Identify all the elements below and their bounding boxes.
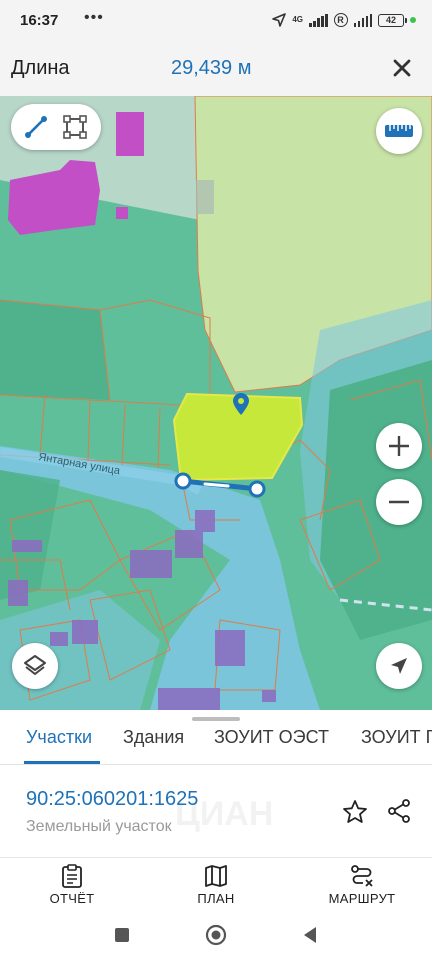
star-icon <box>343 800 367 823</box>
measure-mode-toggle[interactable] <box>11 104 101 150</box>
map-icon <box>205 865 227 887</box>
measure-label: Длина <box>11 57 70 79</box>
location-arrow-icon <box>272 13 287 27</box>
map-view[interactable]: Янтарная улица <box>0 96 432 710</box>
signal-icon-2 <box>353 13 372 27</box>
home-button[interactable] <box>203 922 229 948</box>
ruler-button[interactable] <box>376 108 422 154</box>
layer-tabs: Участки Здания ЗОУИТ ОЭСТ ЗОУИТ Г <box>0 710 432 764</box>
line-measure-icon[interactable] <box>23 114 49 140</box>
tab-zouit-g[interactable]: ЗОУИТ Г <box>361 727 432 748</box>
tab-buildings[interactable]: Здания <box>123 727 184 748</box>
navigation-arrow-icon <box>391 658 407 674</box>
charging-dot-icon <box>410 17 416 23</box>
close-button[interactable] <box>386 52 418 84</box>
plan-label: ПЛАН <box>197 891 235 906</box>
layers-button[interactable] <box>12 643 58 689</box>
recent-apps-button[interactable] <box>109 922 135 948</box>
report-button[interactable]: ОТЧЁТ <box>44 864 100 906</box>
route-label: МАРШРУТ <box>328 891 396 906</box>
clipboard-icon <box>62 864 82 888</box>
square-icon <box>115 928 129 942</box>
tab-parcels[interactable]: Участки <box>26 727 92 748</box>
route-icon <box>351 865 373 887</box>
my-location-button[interactable] <box>376 643 422 689</box>
tab-zouit-oest[interactable]: ЗОУИТ ОЭСТ <box>214 727 329 748</box>
signal-icon <box>309 13 328 27</box>
route-button[interactable]: МАРШРУТ <box>322 864 402 906</box>
parcel-pin-icon <box>233 393 249 415</box>
layers-icon <box>24 655 46 675</box>
parcel-info[interactable]: ЦИАН 90:25:060201:1625 Земельный участок <box>0 765 432 858</box>
map-canvas: Янтарная улица <box>0 96 432 710</box>
cadastral-number[interactable]: 90:25:060201:1625 <box>26 788 198 811</box>
circle-icon <box>205 924 227 946</box>
network-type: 4G <box>292 15 303 24</box>
zoom-out-button[interactable] <box>376 479 422 525</box>
minus-icon <box>389 500 409 504</box>
share-icon <box>388 799 410 823</box>
system-nav-bar <box>0 910 432 960</box>
status-icons: 4G R 42 <box>272 11 416 29</box>
share-button[interactable] <box>384 796 414 826</box>
back-triangle-icon <box>304 927 316 943</box>
back-button[interactable] <box>297 922 323 948</box>
battery-icon: 42 <box>378 13 407 27</box>
sheet-grabber[interactable] <box>192 717 240 721</box>
measure-value: 29,439 м <box>171 57 252 79</box>
notification-dots: ••• <box>84 9 104 26</box>
measure-bar: Длина 29,439 м <box>0 40 432 96</box>
favorite-button[interactable] <box>340 797 370 827</box>
area-measure-icon[interactable] <box>61 113 89 141</box>
parcel-type: Земельный участок <box>26 818 172 835</box>
close-icon <box>393 59 411 77</box>
plan-button[interactable]: ПЛАН <box>190 864 242 906</box>
action-bar: ОТЧЁТ ПЛАН МАРШРУТ <box>0 858 432 910</box>
ruler-icon <box>385 125 413 137</box>
status-time: 16:37 <box>20 12 59 29</box>
roaming-icon: R <box>333 13 348 27</box>
zoom-in-button[interactable] <box>376 423 422 469</box>
plus-icon <box>389 436 409 456</box>
report-label: ОТЧЁТ <box>49 891 95 906</box>
status-bar: 16:37 ••• 4G R 42 <box>0 0 432 40</box>
